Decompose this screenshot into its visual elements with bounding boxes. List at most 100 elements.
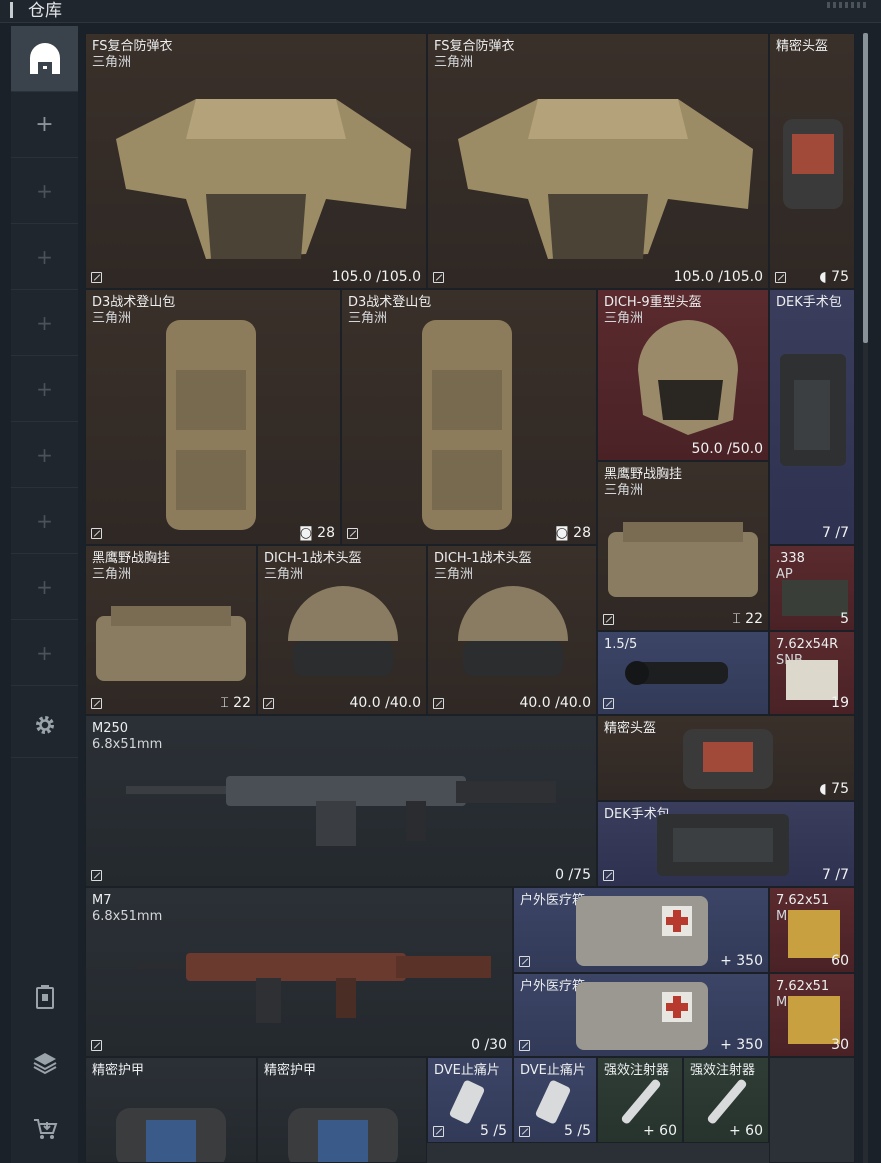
item-painkiller[interactable]: DVE止痛片 5 /5 — [513, 1057, 597, 1143]
sidebar-item-add-9[interactable]: + — [11, 620, 78, 686]
item-sub: 三角洲 — [604, 483, 644, 498]
sidebar-item-add-2[interactable]: + — [11, 158, 78, 224]
medkit-image — [780, 354, 846, 466]
scrollbar-thumb[interactable] — [863, 33, 868, 343]
item-helmet[interactable]: 精密头盔 ◖ 75 — [769, 33, 855, 289]
item-name: DVE止痛片 — [434, 1063, 500, 1078]
item-capacity: ◙ 28 — [555, 525, 591, 541]
item-painkiller[interactable]: DVE止痛片 5 /5 — [427, 1057, 513, 1143]
item-helmet[interactable]: DICH-1战术头盔 三角洲 40.0 /40.0 — [427, 545, 597, 715]
title-bar: 仓库 — [0, 0, 881, 23]
item-helmet[interactable]: DICH-9重型头盔 三角洲 50.0 /50.0 — [597, 289, 769, 461]
sidebar-item-add-3[interactable]: + — [11, 224, 78, 290]
item-name: 黑鹰野战胸挂 — [92, 551, 171, 566]
bind-icon — [433, 1126, 444, 1137]
item-durability: ◖ 75 — [819, 781, 849, 797]
empty-slot[interactable] — [769, 1057, 855, 1163]
item-count: 60 — [831, 953, 849, 969]
layers-icon — [33, 1053, 56, 1075]
item-durability: 5 /5 — [564, 1123, 591, 1139]
sidebar-item-layers[interactable] — [11, 1030, 78, 1096]
item-ammo[interactable]: 7.62x51 M61 60 — [769, 887, 855, 973]
helmet-image — [783, 119, 843, 209]
page-title: 仓库 — [28, 1, 62, 21]
item-name: D3战术登山包 — [92, 295, 176, 310]
item-name: 强效注射器 — [604, 1063, 670, 1078]
bind-icon — [433, 698, 444, 709]
item-ammo[interactable]: 7.62x54R SNB 19 — [769, 631, 855, 715]
item-ammo-count: 0 /75 — [555, 867, 591, 883]
drag-grip[interactable] — [827, 2, 867, 8]
scope-image — [625, 661, 728, 685]
sidebar-item-settings[interactable] — [11, 692, 78, 758]
item-heal: + 60 — [729, 1123, 763, 1139]
item-name: DVE止痛片 — [520, 1063, 586, 1078]
item-injector[interactable]: 强效注射器 + 60 — [683, 1057, 769, 1143]
item-medkit[interactable]: DEK手术包 7 /7 — [597, 801, 855, 887]
item-armor[interactable]: 精密护甲 — [257, 1057, 427, 1163]
item-value: 75 — [831, 781, 849, 797]
painkiller-image — [449, 1080, 485, 1124]
item-ammo[interactable]: 7.62x51 M61 30 — [769, 973, 855, 1057]
injector-image — [707, 1079, 747, 1124]
sidebar-item-add-4[interactable]: + — [11, 290, 78, 356]
armor-image — [116, 1108, 226, 1162]
armor-image — [288, 1108, 398, 1162]
item-medbox[interactable]: 户外医疗箱 + 350 — [513, 887, 769, 973]
weapon-image — [136, 953, 491, 1023]
item-name: FS复合防弹衣 — [434, 39, 515, 54]
sidebar-item-trash[interactable] — [11, 964, 78, 1030]
item-backpack[interactable]: D3战术登山包 三角洲 ◙ 28 — [341, 289, 597, 545]
medbox-image — [576, 896, 708, 966]
item-name: 精密头盔 — [776, 39, 829, 54]
bind-icon — [519, 956, 530, 967]
helmet-image — [683, 729, 773, 789]
item-sub: 三角洲 — [92, 567, 132, 582]
sidebar-item-add-1[interactable]: + — [11, 92, 78, 158]
chest-rig-image — [96, 606, 246, 681]
item-chest-rig[interactable]: 黑鹰野战胸挂 三角洲 ⌶ 22 — [597, 461, 769, 631]
item-name: M250 — [92, 721, 129, 736]
backpack-image — [422, 320, 512, 530]
sidebar-item-add-5[interactable]: + — [11, 356, 78, 422]
item-medkit[interactable]: DEK手术包 7 /7 — [769, 289, 855, 545]
sidebar-item-add-7[interactable]: + — [11, 488, 78, 554]
item-name: DICH-1战术头盔 — [434, 551, 532, 566]
item-capacity: ⌶ 22 — [732, 611, 763, 627]
item-backpack[interactable]: D3战术登山包 三角洲 ◙ 28 — [85, 289, 341, 545]
bag-icon: ◙ — [299, 525, 318, 541]
bind-icon — [347, 528, 358, 539]
painkiller-image — [535, 1080, 571, 1124]
bind-icon — [91, 1040, 102, 1051]
injector-image — [621, 1079, 661, 1124]
item-durability: 105.0 /105.0 — [331, 269, 421, 285]
sidebar-item-cart[interactable] — [11, 1096, 78, 1162]
sidebar-item-home[interactable] — [11, 26, 78, 92]
item-weapon[interactable]: M7 6.8x51mm 0 /30 — [85, 887, 513, 1057]
vest-image — [458, 99, 753, 259]
vest-image — [116, 99, 411, 259]
plus-icon: + — [36, 640, 53, 665]
item-armor[interactable]: 精密护甲 — [85, 1057, 257, 1163]
item-vest[interactable]: FS复合防弹衣 三角洲 105.0 /105.0 — [427, 33, 769, 289]
item-durability: 50.0 /50.0 — [691, 441, 763, 457]
scrollbar[interactable] — [863, 33, 868, 1163]
item-vest[interactable]: FS复合防弹衣 三角洲 105.0 /105.0 — [85, 33, 427, 289]
item-sub: 三角洲 — [92, 55, 132, 70]
sidebar-item-add-6[interactable]: + — [11, 422, 78, 488]
item-helmet[interactable]: 精密头盔 ◖ 75 — [597, 715, 855, 801]
item-value: 75 — [831, 269, 849, 285]
backpack-image — [166, 320, 256, 530]
item-helmet[interactable]: DICH-1战术头盔 三角洲 40.0 /40.0 — [257, 545, 427, 715]
item-name: 强效注射器 — [690, 1063, 756, 1078]
item-weapon[interactable]: M250 6.8x51mm 0 /75 — [85, 715, 597, 887]
sidebar-item-add-8[interactable]: + — [11, 554, 78, 620]
shield-icon: ◖ — [819, 269, 832, 285]
item-scope[interactable]: 1.5/5 — [597, 631, 769, 715]
item-name: D3战术登山包 — [348, 295, 432, 310]
item-value: 22 — [233, 695, 251, 711]
item-medbox[interactable]: 户外医疗箱 + 350 — [513, 973, 769, 1057]
item-chest-rig[interactable]: 黑鹰野战胸挂 三角洲 ⌶ 22 — [85, 545, 257, 715]
item-injector[interactable]: 强效注射器 + 60 — [597, 1057, 683, 1143]
item-ammo[interactable]: .338 AP 5 — [769, 545, 855, 631]
